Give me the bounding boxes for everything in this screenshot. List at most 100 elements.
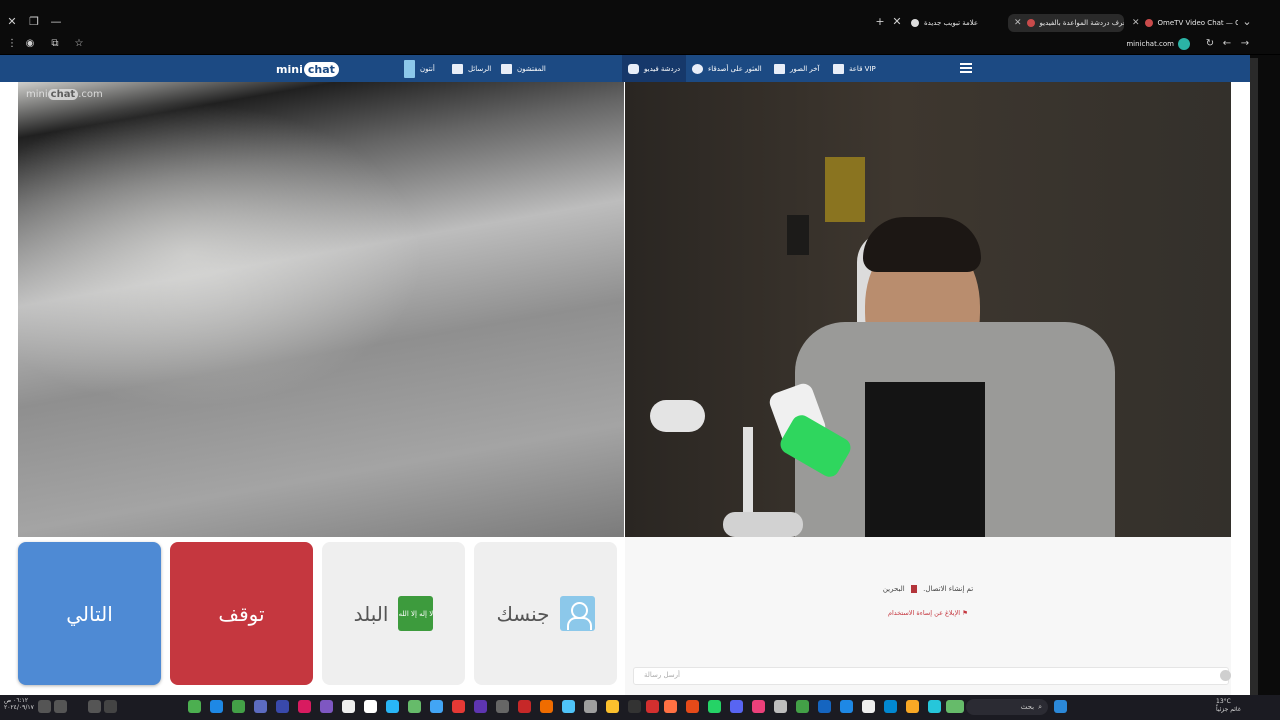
app-icon-18[interactable] xyxy=(562,700,575,713)
teams-icon[interactable] xyxy=(254,700,267,713)
app-icon-17[interactable] xyxy=(540,700,553,713)
nav-latest-photos[interactable]: آخر الصور xyxy=(774,55,820,82)
record-icon xyxy=(1026,19,1035,27)
nav-latest-photos-label: آخر الصور xyxy=(790,64,820,73)
app-icon-10[interactable] xyxy=(386,700,399,713)
nav-search[interactable]: العثور على أصدقاء xyxy=(692,55,762,82)
tab-minichat[interactable]: ✕ غرف دردشة المواعدة بالفيديو xyxy=(1008,14,1124,32)
stop-button[interactable]: توقف xyxy=(170,542,313,685)
app-icon-27[interactable] xyxy=(752,700,765,713)
message-input[interactable]: أرسل رسالة xyxy=(633,667,1229,685)
tab-title: علامة تبويب جديدة xyxy=(924,19,979,27)
extensions-icon[interactable]: ⧉ xyxy=(47,36,63,52)
app-icon-24[interactable] xyxy=(686,700,699,713)
app-icon-28[interactable] xyxy=(774,700,787,713)
network-icon[interactable] xyxy=(54,700,67,713)
site-info-icon[interactable] xyxy=(1178,38,1190,50)
whatsapp-icon[interactable] xyxy=(708,700,721,713)
chrome-icon[interactable] xyxy=(606,700,619,713)
gender-button[interactable]: جنسك xyxy=(474,542,617,685)
crown-icon xyxy=(833,63,844,74)
partner-video xyxy=(18,82,624,537)
app-icon-19[interactable] xyxy=(584,700,597,713)
app-icon-23[interactable] xyxy=(664,700,677,713)
nav-vip-label: قاعة VIP xyxy=(849,64,876,73)
discord-icon[interactable] xyxy=(730,700,743,713)
restore-window-icon[interactable]: ❐ xyxy=(26,14,42,30)
emoji-icon[interactable] xyxy=(1220,670,1231,681)
app-icon-22[interactable] xyxy=(646,700,659,713)
record-icon xyxy=(1144,19,1153,27)
user-icon xyxy=(559,596,595,631)
taskbar-search-label: بحث xyxy=(1020,703,1035,711)
connection-status: تم إنشاء الاتصال. البحرين xyxy=(625,585,1231,593)
app-icon-21[interactable] xyxy=(628,700,641,713)
close-tab-icon[interactable]: ✕ xyxy=(1132,18,1140,28)
widgets-icon[interactable] xyxy=(946,700,964,713)
game-controller xyxy=(650,400,705,432)
nav-messages[interactable]: الرسائل xyxy=(452,55,491,82)
start-icon[interactable] xyxy=(1054,700,1067,713)
close-window-icon[interactable]: ✕ xyxy=(4,14,20,30)
app-icon-9[interactable] xyxy=(364,700,377,713)
app-icon-16[interactable] xyxy=(518,700,531,713)
self-video xyxy=(625,82,1231,537)
forward-icon[interactable]: → xyxy=(1237,36,1253,52)
file-explorer-icon[interactable] xyxy=(906,700,919,713)
app-icon-14[interactable] xyxy=(474,700,487,713)
saudi-flag-icon: لا إله إلا الله xyxy=(398,596,434,631)
app-icon-31[interactable] xyxy=(840,700,853,713)
tab-ometv[interactable]: ✕ OmeTV Video Chat — Ome xyxy=(1126,14,1238,32)
nav-profile[interactable]: أنتون xyxy=(404,55,435,82)
report-abuse-link[interactable]: الإبلاغ عن إساءة الاستخدام ⚑ xyxy=(625,609,1231,617)
tab-title: OmeTV Video Chat — Ome xyxy=(1157,19,1238,27)
nav-inspectors[interactable]: المفتشون xyxy=(501,55,546,82)
store-icon[interactable] xyxy=(862,700,875,713)
profile-icon[interactable]: ◉ xyxy=(22,36,38,52)
close-tab-icon[interactable]: ✕ xyxy=(1014,18,1022,28)
nav-video-chat[interactable]: دردشة فيديو xyxy=(622,55,687,82)
search-icon xyxy=(692,63,703,74)
app-icon-12[interactable] xyxy=(430,700,443,713)
volume-icon[interactable] xyxy=(38,700,51,713)
weather-widget[interactable]: 13°C غائم جزئياً xyxy=(1216,698,1241,714)
new-tab-icon[interactable]: + xyxy=(872,14,888,30)
bookmark-star-icon[interactable]: ☆ xyxy=(71,36,87,52)
app-icon-11[interactable] xyxy=(408,700,421,713)
tray-chevron-icon[interactable] xyxy=(104,700,117,713)
weather-desc: غائم جزئياً xyxy=(1216,706,1241,713)
url-field[interactable]: minichat.com xyxy=(1126,38,1174,50)
taskbar-search[interactable]: بحث ⌕ xyxy=(966,699,1048,715)
stop-button-label: توقف xyxy=(218,601,265,626)
app-icon-7[interactable] xyxy=(320,700,333,713)
app-icon-35[interactable] xyxy=(928,700,941,713)
page-scrollbar[interactable] xyxy=(1250,58,1258,698)
xbox-icon[interactable] xyxy=(796,700,809,713)
gender-button-label: جنسك xyxy=(496,601,550,626)
app-icon-1[interactable] xyxy=(188,700,201,713)
next-button[interactable]: التالي xyxy=(18,542,161,685)
country-button[interactable]: البلد لا إله إلا الله xyxy=(322,542,465,685)
app-icon-2[interactable] xyxy=(210,700,223,713)
hamburger-menu-icon[interactable] xyxy=(960,63,972,73)
app-icon-15[interactable] xyxy=(496,700,509,713)
taskbar-clock[interactable]: ٠٦:١٢ ص ٢٠٢٤/٠٩/١٧ xyxy=(4,697,34,711)
edge-icon[interactable] xyxy=(884,700,897,713)
app-icon-8[interactable] xyxy=(342,700,355,713)
app-icon-13[interactable] xyxy=(452,700,465,713)
menu-dots-icon[interactable]: ⋮ xyxy=(4,36,20,52)
reload-icon[interactable]: ↻ xyxy=(1202,36,1218,52)
app-icon-3[interactable] xyxy=(232,700,245,713)
minimize-window-icon[interactable]: — xyxy=(48,14,64,30)
tab-new-tab[interactable]: علامة تبويب جديدة xyxy=(905,14,1005,32)
connection-status-text: تم إنشاء الاتصال. xyxy=(923,585,974,593)
app-icon-5[interactable] xyxy=(276,700,289,713)
close-tab-icon[interactable]: ✕ xyxy=(889,14,905,30)
steam-icon[interactable] xyxy=(818,700,831,713)
microphone-icon[interactable] xyxy=(88,700,101,713)
back-icon[interactable]: ← xyxy=(1219,36,1235,52)
instagram-icon[interactable] xyxy=(298,700,311,713)
minichat-logo[interactable]: mini chat xyxy=(276,59,339,79)
tab-search-icon[interactable]: ⌄ xyxy=(1239,14,1255,30)
nav-vip[interactable]: قاعة VIP xyxy=(833,55,876,82)
